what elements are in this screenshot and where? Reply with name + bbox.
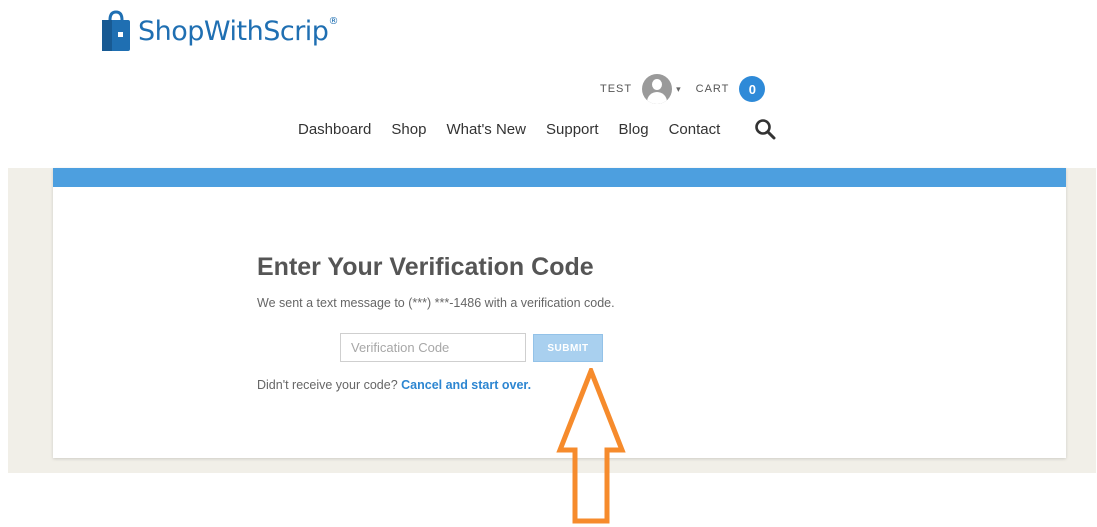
main-nav: Dashboard Shop What's New Support Blog C… [298, 118, 776, 140]
search-icon[interactable] [754, 118, 776, 140]
submit-button[interactable]: SUBMIT [533, 334, 603, 362]
account-bar: TEST ▾ CART 0 [600, 74, 766, 104]
shopping-bag-icon [102, 10, 130, 51]
resend-prompt: Didn't receive your code? [257, 378, 398, 392]
nav-item-whats-new[interactable]: What's New [446, 121, 526, 138]
avatar-icon[interactable] [642, 74, 673, 104]
shopwithscrip-logo[interactable]: ShopWithScrip® [100, 10, 338, 52]
verification-message: We sent a text message to (***) ***-1486… [257, 296, 615, 310]
annotation-arrow-up-icon [556, 368, 626, 524]
card-accent-bar [53, 168, 1066, 187]
page-title: Enter Your Verification Code [257, 253, 594, 281]
nav-item-support[interactable]: Support [546, 121, 599, 138]
nav-item-blog[interactable]: Blog [619, 121, 649, 138]
nav-item-shop[interactable]: Shop [391, 121, 426, 138]
cart-link[interactable]: CART [696, 83, 730, 95]
chevron-down-icon[interactable]: ▾ [676, 84, 682, 95]
brand-name: ShopWithScrip® [138, 15, 338, 47]
nav-item-contact[interactable]: Contact [669, 121, 721, 138]
cancel-start-over-link[interactable]: Cancel and start over. [401, 378, 531, 392]
cart-count-badge[interactable]: 0 [739, 76, 766, 102]
nav-item-dashboard[interactable]: Dashboard [298, 121, 371, 138]
verification-code-input[interactable] [340, 333, 526, 362]
user-name[interactable]: TEST [600, 83, 632, 95]
resend-line: Didn't receive your code? Cancel and sta… [257, 378, 531, 392]
